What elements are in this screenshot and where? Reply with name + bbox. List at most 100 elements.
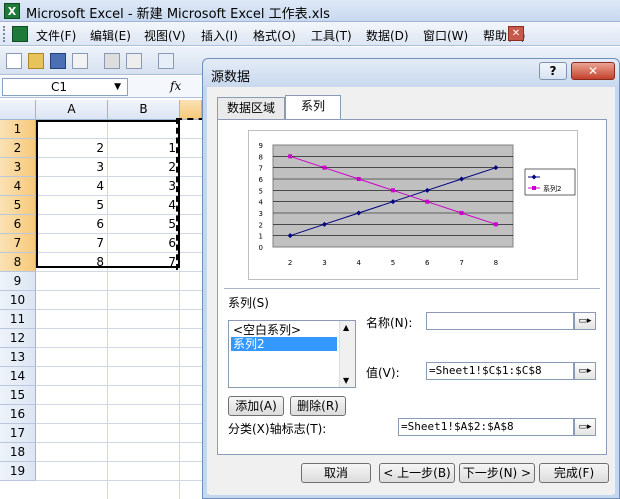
collapse-dialog-icon[interactable]: ▭▸: [574, 312, 596, 330]
series-list-item-selected[interactable]: 系列2: [231, 337, 337, 351]
series-list-scrollbar[interactable]: ▲ ▼: [339, 321, 355, 387]
row-header[interactable]: 16: [0, 405, 36, 424]
series-name-field[interactable]: [426, 312, 574, 330]
row-header[interactable]: 1: [0, 120, 36, 139]
title-bar: X Microsoft Excel - 新建 Microsoft Excel 工…: [0, 0, 620, 22]
gridline: [36, 347, 202, 348]
menu-insert[interactable]: 插入(I): [201, 27, 238, 44]
print-preview-icon[interactable]: [126, 53, 142, 69]
gridline: [36, 366, 202, 367]
chevron-down-icon[interactable]: ▼: [114, 82, 121, 92]
x-tick-label: 8: [494, 259, 498, 267]
menu-tools[interactable]: 工具(T): [311, 27, 352, 44]
dialog-title-bar[interactable]: 源数据 ? ✕: [203, 59, 619, 87]
column-header-a[interactable]: A: [36, 100, 108, 120]
data-point: [391, 188, 395, 193]
row-header[interactable]: 8: [0, 253, 36, 272]
finish-button[interactable]: 完成(F): [539, 463, 609, 483]
legend-label: 系列2: [543, 184, 561, 193]
gridline: [36, 290, 202, 291]
x-tick-label: 5: [391, 259, 395, 267]
data-point: [356, 177, 361, 181]
series-list[interactable]: <空白系列> 系列2 ▲ ▼: [228, 320, 356, 388]
permission-icon[interactable]: [72, 53, 88, 69]
grip-icon: [3, 26, 8, 42]
row-header[interactable]: 17: [0, 424, 36, 443]
row-header[interactable]: 2: [0, 139, 36, 158]
x-tick-label: 4: [356, 259, 361, 267]
row-header[interactable]: 10: [0, 291, 36, 310]
row-header[interactable]: 14: [0, 367, 36, 386]
y-tick-label: 2: [259, 221, 263, 229]
menu-window[interactable]: 窗口(W): [423, 27, 468, 44]
row-header[interactable]: 6: [0, 215, 36, 234]
selected-data-range: [36, 120, 180, 268]
cancel-button[interactable]: 取消: [301, 463, 371, 483]
series-values-field[interactable]: =Sheet1!$C$1:$C$8: [426, 362, 574, 380]
function-icon[interactable]: fx: [170, 79, 181, 93]
chart-svg: 0 1 2 3 4 5 6 7 8 9 2 3 4 5 6 7 8 系列2: [259, 142, 576, 267]
close-button[interactable]: ✕: [571, 62, 615, 80]
dialog-title: 源数据: [211, 70, 251, 85]
plot-area: [272, 144, 514, 248]
collapse-dialog-icon[interactable]: ▭▸: [574, 362, 596, 380]
workbook-icon[interactable]: [12, 26, 28, 42]
scroll-up-icon[interactable]: ▲: [343, 323, 349, 332]
y-tick-label: 4: [259, 199, 264, 207]
source-data-dialog: 源数据 ? ✕ 数据区域 系列 0 1 2 3 4 5 6 7 8 9 2 3 4 5 6 7 8 系列2 系列(…: [202, 58, 620, 499]
next-button[interactable]: 下一步(N) >: [459, 463, 535, 483]
row-header[interactable]: 18: [0, 443, 36, 462]
values-label: 值(V):: [366, 366, 400, 380]
close-workbook-icon[interactable]: ✕: [508, 26, 524, 41]
window-title: Microsoft Excel - 新建 Microsoft Excel 工作表…: [26, 7, 330, 22]
tab-data-range[interactable]: 数据区域: [217, 97, 285, 119]
x-tick-label: 6: [425, 259, 430, 267]
spelling-icon[interactable]: [158, 53, 174, 69]
menu-view[interactable]: 视图(V): [144, 27, 186, 44]
legend-marker: [532, 186, 536, 190]
gridline: [36, 309, 202, 310]
add-series-button[interactable]: 添加(A): [228, 396, 284, 416]
column-header-b[interactable]: B: [108, 100, 180, 120]
series-list-item[interactable]: <空白系列>: [231, 323, 337, 337]
y-tick-label: 6: [259, 176, 264, 184]
row-header[interactable]: 5: [0, 196, 36, 215]
delete-series-button[interactable]: 删除(R): [290, 396, 346, 416]
x-tick-label: 2: [288, 259, 292, 267]
collapse-dialog-icon[interactable]: ▭▸: [574, 418, 596, 436]
y-tick-label: 8: [259, 153, 263, 161]
help-button[interactable]: ?: [539, 62, 567, 80]
menu-data[interactable]: 数据(D): [366, 27, 409, 44]
tab-series[interactable]: 系列: [285, 95, 341, 120]
open-icon[interactable]: [28, 53, 44, 69]
print-icon[interactable]: [104, 53, 120, 69]
series-tab-panel: 0 1 2 3 4 5 6 7 8 9 2 3 4 5 6 7 8 系列2 系列(S) <空白系列> 系列2 ▲ …: [217, 119, 607, 455]
dialog-body: 数据区域 系列 0 1 2 3 4 5 6 7 8 9 2 3 4 5 6 7 8 系列2 系列(S) <空白系列…: [209, 87, 613, 495]
row-header[interactable]: 15: [0, 386, 36, 405]
menu-format[interactable]: 格式(O): [253, 27, 296, 44]
category-labels-field[interactable]: =Sheet1!$A$2:$A$8: [398, 418, 574, 436]
row-header[interactable]: 13: [0, 348, 36, 367]
y-tick-label: 7: [259, 165, 263, 173]
row-header[interactable]: 9: [0, 272, 36, 291]
scroll-down-icon[interactable]: ▼: [343, 376, 349, 385]
menu-edit[interactable]: 编辑(E): [90, 27, 131, 44]
gridline: [36, 423, 202, 424]
select-all-corner[interactable]: [0, 100, 36, 120]
column-header-c[interactable]: [180, 100, 202, 120]
gridline: [36, 480, 202, 481]
row-header[interactable]: 19: [0, 462, 36, 481]
name-box-value: C1: [51, 80, 68, 94]
row-header[interactable]: 3: [0, 158, 36, 177]
new-icon[interactable]: [6, 53, 22, 69]
y-tick-label: 5: [259, 187, 263, 195]
menu-file[interactable]: 文件(F): [36, 27, 76, 44]
save-icon[interactable]: [50, 53, 66, 69]
row-header[interactable]: 7: [0, 234, 36, 253]
back-button[interactable]: < 上一步(B): [379, 463, 455, 483]
row-header[interactable]: 4: [0, 177, 36, 196]
row-header[interactable]: 11: [0, 310, 36, 329]
y-tick-label: 3: [259, 210, 263, 218]
row-header[interactable]: 12: [0, 329, 36, 348]
name-box[interactable]: C1 ▼: [2, 78, 128, 96]
